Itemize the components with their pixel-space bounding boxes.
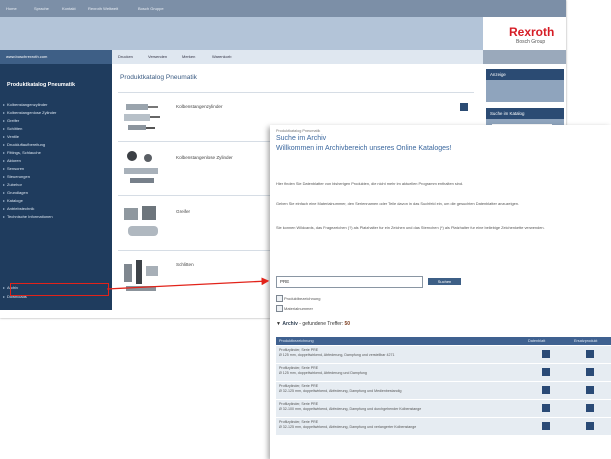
annotation-arrow — [106, 277, 270, 290]
